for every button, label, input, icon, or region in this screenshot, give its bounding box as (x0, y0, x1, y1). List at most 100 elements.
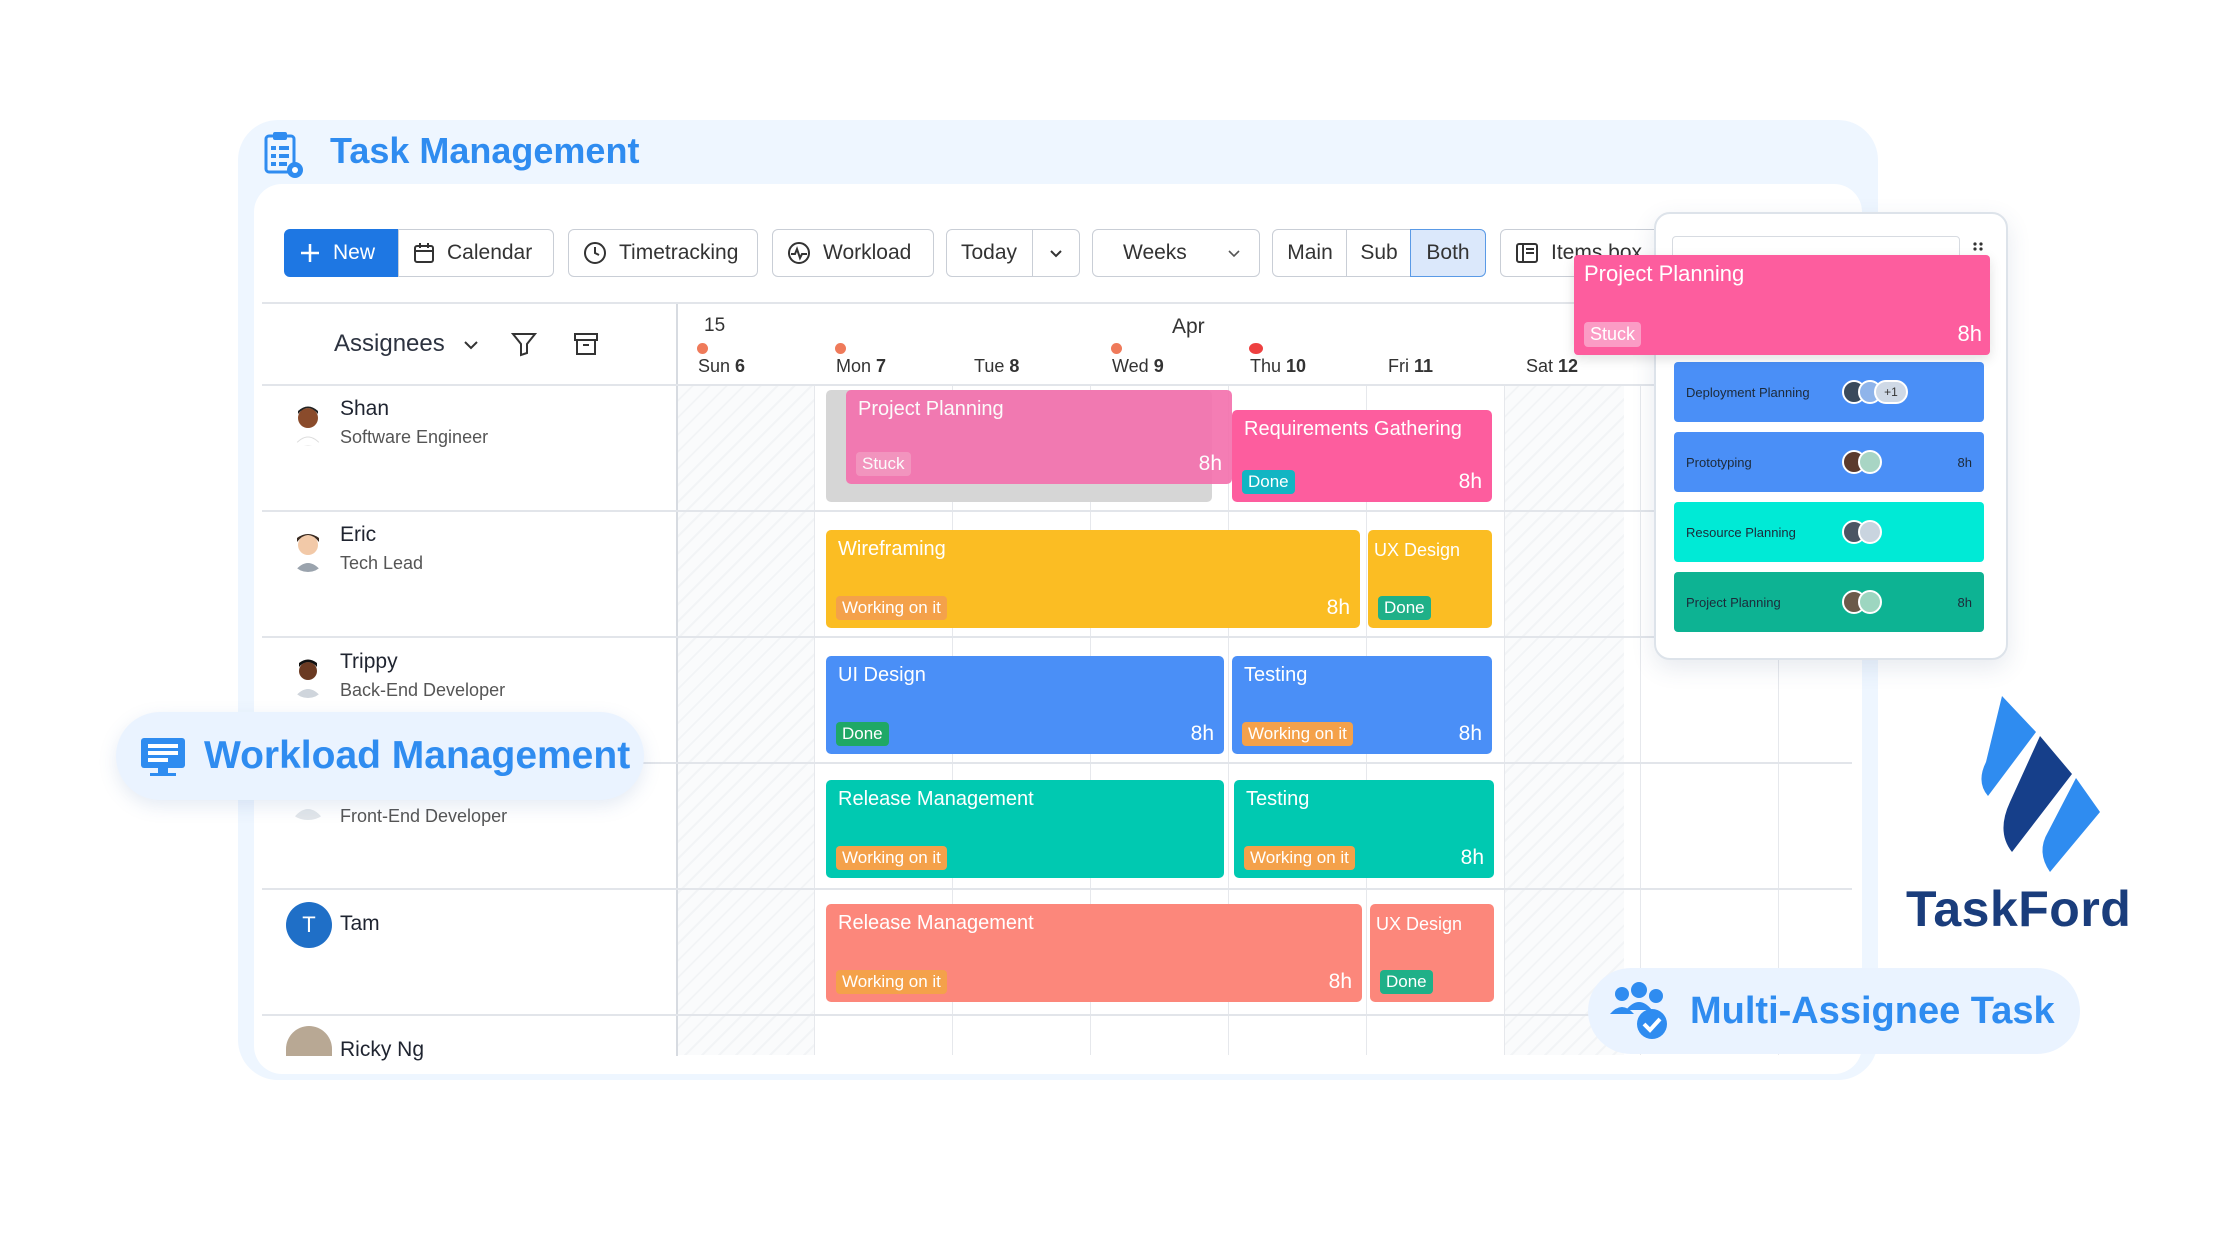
task-hours: 8h (1198, 452, 1222, 475)
task-title: Requirements Gathering (1244, 418, 1462, 440)
task-card[interactable]: UX Design Done (1368, 530, 1492, 628)
status-badge: Working on it (1244, 846, 1355, 870)
day-header[interactable]: Wed 9 (1112, 356, 1164, 377)
sub-toggle[interactable]: Sub (1346, 229, 1412, 277)
workload-icon (788, 242, 810, 264)
assignee-role: Tech Lead (340, 553, 424, 573)
task-hours: 8h (1460, 846, 1484, 869)
task-title: UI Design (838, 664, 926, 686)
day-header[interactable]: Mon 7 (836, 356, 886, 377)
calendar-icon (414, 243, 434, 263)
taskford-logo-text: TaskFord (1906, 881, 2132, 937)
calendar-button[interactable]: Calendar (398, 229, 554, 277)
item-title: Resource Planning (1686, 524, 1796, 540)
dragging-task-card[interactable]: Project Planning Stuck 8h (1574, 255, 1990, 355)
plus-icon (301, 244, 319, 262)
day-header[interactable]: Sat 12 (1526, 356, 1578, 377)
today-button[interactable]: Today (946, 229, 1034, 277)
status-badge: Stuck (856, 452, 911, 476)
new-label: New (333, 241, 376, 264)
clock-icon (584, 242, 606, 264)
view-range-value: Weeks (1123, 241, 1187, 264)
day-header[interactable]: Sun 6 (698, 356, 745, 377)
task-card[interactable]: Release Management Working on it 8h (826, 904, 1362, 1002)
item-hours: 8h (1957, 594, 1972, 610)
event-dot (697, 343, 708, 354)
timetracking-button[interactable]: Timetracking (568, 229, 758, 277)
timetracking-label: Timetracking (619, 241, 739, 264)
week-number: 15 (704, 315, 726, 336)
workload-management-label: Workload Management (204, 734, 631, 777)
assignee-avatars: +1 (1842, 380, 1908, 404)
assignee-name: Tam (340, 912, 380, 935)
both-toggle[interactable]: Both (1410, 229, 1486, 277)
chevron-down-icon (1050, 250, 1062, 258)
assignees-header[interactable]: Assignees (334, 330, 445, 358)
row-divider (262, 888, 1852, 890)
assignee-name: Eric (340, 523, 377, 546)
workload-management-badge: Workload Management (116, 712, 644, 800)
task-card[interactable]: Testing Working on it 8h (1234, 780, 1494, 878)
status-badge: Done (1380, 970, 1433, 994)
avatar (288, 528, 328, 572)
calendar-label: Calendar (447, 241, 533, 264)
extra-assignees-badge: +1 (1874, 380, 1908, 404)
status-badge: Working on it (1242, 722, 1353, 746)
item-title: Prototyping (1686, 454, 1752, 470)
multi-assignee-label: Multi-Assignee Task (1690, 989, 2055, 1032)
items-box-item[interactable]: Project Planning 8h (1674, 572, 1984, 632)
avatar (288, 402, 328, 446)
archive-icon[interactable] (572, 330, 600, 363)
status-badge: Stuck (1584, 322, 1642, 347)
assignee-avatars (1842, 450, 1882, 474)
assignee-name: Shan (340, 397, 390, 420)
status-badge: Done (1242, 470, 1295, 494)
task-hours: 8h (1458, 470, 1482, 493)
multi-assignee-badge: Multi-Assignee Task (1588, 968, 2080, 1054)
items-box-item[interactable]: Prototyping 8h (1674, 432, 1984, 492)
assignee-name: Trippy (340, 650, 398, 673)
day-divider (1640, 385, 1641, 1055)
panel-icon (1516, 243, 1538, 263)
new-button[interactable]: New (284, 229, 398, 277)
item-title: Deployment Planning (1686, 384, 1810, 400)
task-card[interactable]: Wireframing Working on it 8h (826, 530, 1360, 628)
status-badge: Working on it (836, 596, 947, 620)
event-dot (835, 343, 846, 354)
workload-button[interactable]: Workload (772, 229, 934, 277)
items-box-item[interactable]: Resource Planning (1674, 502, 1984, 562)
task-title: UX Design (1374, 540, 1461, 560)
avatar (1858, 520, 1882, 544)
task-title: Release Management (838, 912, 1034, 934)
task-card[interactable]: UI Design Done 8h (826, 656, 1224, 754)
item-title: Project Planning (1686, 594, 1781, 610)
status-badge: Done (836, 722, 889, 746)
main-toggle[interactable]: Main (1272, 229, 1348, 277)
task-title: UX Design (1376, 914, 1463, 934)
view-range-select[interactable]: Weeks (1092, 229, 1260, 277)
task-title: Project Planning (858, 398, 1004, 420)
task-card[interactable]: Project Planning Stuck 8h (846, 390, 1232, 484)
day-divider (814, 385, 815, 1055)
today-dropdown-button[interactable] (1032, 229, 1080, 277)
task-card[interactable]: Release Management Working on it (826, 780, 1224, 878)
today-dot (1249, 343, 1263, 354)
chevron-down-icon[interactable] (462, 336, 480, 359)
day-header[interactable]: Tue 8 (974, 356, 1019, 377)
task-clipboard-icon (262, 130, 306, 180)
weekend-column-shade (678, 385, 814, 1055)
task-card[interactable]: Testing Working on it 8h (1232, 656, 1492, 754)
task-card[interactable]: UX Design Done (1370, 904, 1494, 1002)
status-badge: Done (1378, 596, 1431, 620)
task-title: Release Management (838, 788, 1034, 810)
main-label: Main (1287, 241, 1333, 264)
task-hours: 8h (1458, 722, 1482, 745)
day-header[interactable]: Thu 10 (1250, 356, 1306, 377)
filter-icon[interactable] (510, 330, 538, 363)
items-box-item[interactable]: Deployment Planning +1 (1674, 362, 1984, 422)
monitor-list-icon (141, 738, 185, 776)
task-card[interactable]: Requirements Gathering Done 8h (1232, 410, 1492, 502)
day-header[interactable]: Fri 11 (1388, 356, 1433, 377)
avatar (1858, 450, 1882, 474)
app-title: Task Management (330, 130, 640, 171)
